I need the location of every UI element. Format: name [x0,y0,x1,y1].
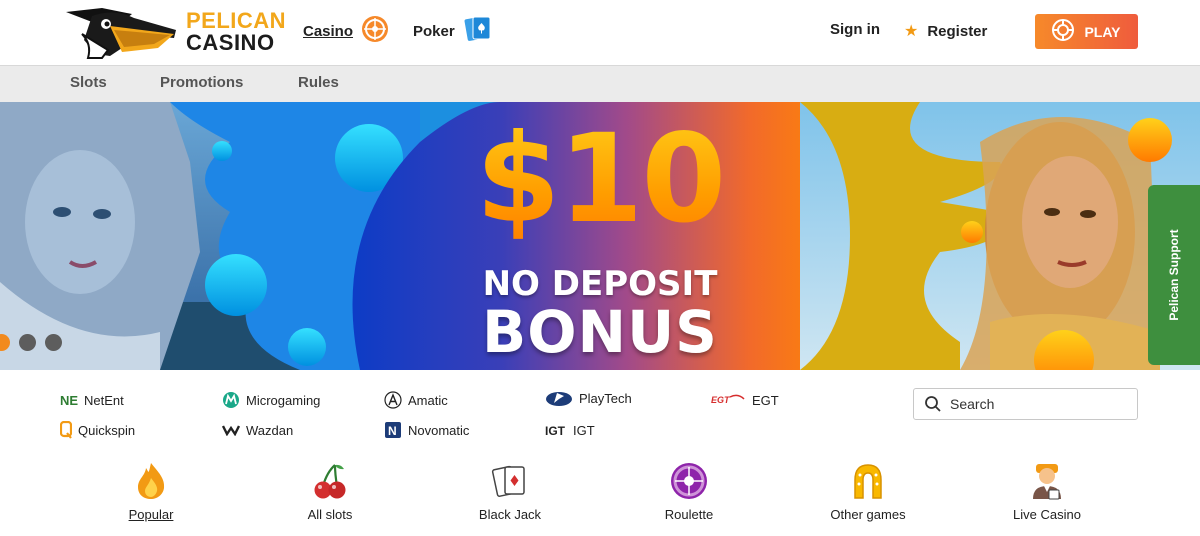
provider-label: Quickspin [78,422,136,438]
pelican-logo-icon [66,8,176,59]
svg-text:IGT: IGT [545,424,566,437]
star-icon: ★ [904,23,919,40]
category-label: Black Jack [478,507,542,522]
svg-text:EGT: EGT [711,395,731,405]
search-input[interactable] [950,396,1120,412]
igt-logo-icon: IGT [545,421,567,439]
search-icon [924,395,942,413]
category-label: Roulette [664,507,714,522]
nav-casino[interactable]: Casino [303,15,389,47]
provider-label: PlayTech [579,390,632,406]
provider-egt[interactable]: EGT EGT [710,391,779,409]
category-label: Live Casino [1013,507,1081,522]
horseshoe-icon [813,460,923,500]
category-other-games[interactable]: Other games [813,460,923,522]
promo-banner[interactable]: $10 NO DEPOSIT BONUS [0,102,1200,370]
nav-poker[interactable]: Poker [413,15,493,47]
category-all-slots[interactable]: All slots [275,460,385,522]
play-button[interactable]: PLAY [1035,14,1138,49]
egt-logo-icon: EGT [710,391,746,409]
provider-label: EGT [752,392,779,408]
roulette-wheel-icon [361,15,389,47]
play-label: PLAY [1084,23,1121,40]
logo-line1: PELICAN [186,8,287,33]
banner-bonus: BONUS [482,298,718,366]
category-roulette[interactable]: Roulette [634,460,744,522]
microgaming-logo-icon [222,391,240,409]
category-label: All slots [307,507,353,522]
support-label: Pelican Support [1167,229,1181,321]
provider-label: IGT [573,422,595,438]
provider-playtech[interactable]: PlayTech [545,389,632,407]
logo-line2: CASINO [186,30,275,55]
dealer-icon [992,460,1102,500]
sub-navigation: Slots Promotions Rules [0,65,1200,102]
provider-label: Novomatic [408,422,470,438]
provider-amatic[interactable]: Amatic [384,391,448,409]
search-box[interactable] [913,388,1138,420]
subnav-slots[interactable]: Slots [70,74,107,91]
provider-label: Amatic [408,392,448,408]
provider-microgaming[interactable]: Microgaming [222,391,320,409]
flame-icon [96,460,206,500]
roulette-icon [634,460,744,500]
category-label: Other games [830,507,906,522]
register-label: Register [927,22,988,40]
banner-amount: $10 [430,104,770,254]
category-popular[interactable]: Popular [96,460,206,522]
carousel-dot-2[interactable] [19,334,36,351]
svg-text:N: N [388,424,397,438]
wazdan-logo-icon [222,421,240,439]
provider-wazdan[interactable]: Wazdan [222,421,293,439]
svg-text:NE: NE [60,393,78,408]
provider-igt[interactable]: IGT IGT [545,421,595,439]
amatic-logo-icon [384,391,402,409]
playing-cards-icon [463,15,493,47]
sign-in-link[interactable]: Sign in [830,21,880,38]
provider-quickspin[interactable]: Quickspin [60,421,135,439]
subnav-promotions[interactable]: Promotions [160,74,243,91]
pelican-support-tab[interactable]: Pelican Support [1148,185,1200,365]
carousel-dot-1[interactable] [0,334,10,351]
subnav-rules[interactable]: Rules [298,74,339,91]
provider-label: Microgaming [246,392,321,408]
cherries-icon [275,460,385,500]
category-label: Popular [128,507,174,522]
register-link[interactable]: ★ Register [904,21,987,41]
pelican-casino-logo[interactable]: PELICAN CASINO [62,4,286,62]
chip-icon [1052,19,1075,44]
novomatic-logo-icon: N [384,421,402,439]
provider-label: NetEnt [84,392,124,408]
quickspin-logo-icon [60,421,72,439]
nav-poker-label: Poker [413,22,455,40]
category-black-jack[interactable]: Black Jack [455,460,565,522]
nav-casino-label: Casino [303,22,354,40]
cards-icon [455,460,565,500]
playtech-logo-icon [545,389,573,407]
provider-label: Wazdan [246,422,294,438]
carousel-dot-3[interactable] [45,334,62,351]
logo-text: PELICAN CASINO [186,10,286,54]
category-live-casino[interactable]: Live Casino [992,460,1102,522]
provider-novomatic[interactable]: N Novomatic [384,421,469,439]
provider-netent[interactable]: NE NetEnt [60,391,124,409]
netent-logo-icon: NE [60,391,78,409]
header: PELICAN CASINO Casino Poker Sign in ★ Re… [0,0,1200,65]
carousel-dots [0,334,62,351]
